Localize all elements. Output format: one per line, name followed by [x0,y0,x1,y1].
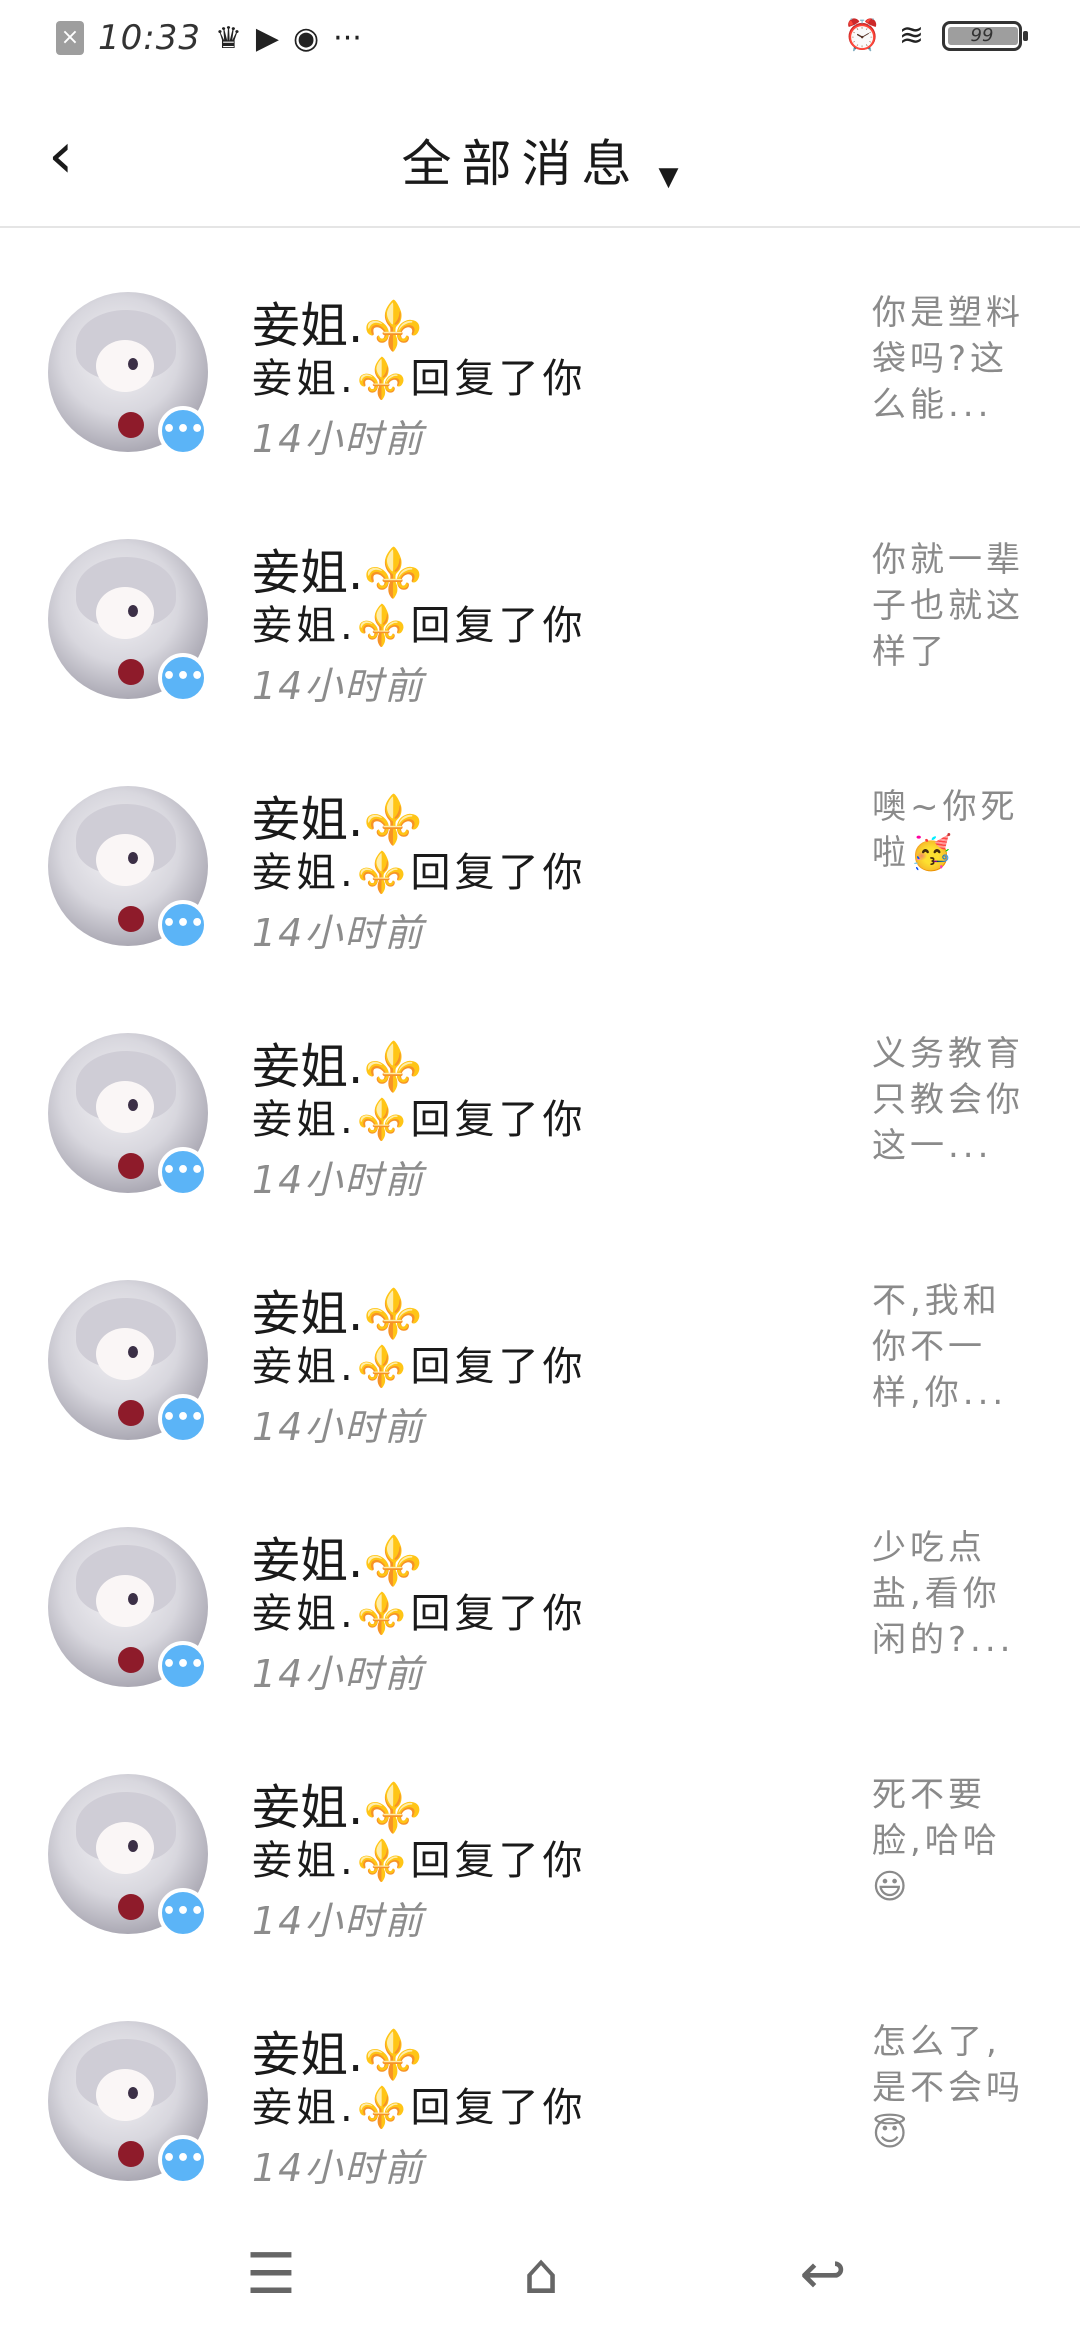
page-title: 全部消息 [401,135,642,193]
back-icon[interactable]: ↩ [778,2230,868,2320]
message-list: ••• 妾姐.⚜️ 妾姐.⚜️回复了你 14小时前 你是塑料袋吗?这么能... … [0,240,1080,2216]
navigation-bar: ☰ ⌂ ↩ [0,2210,1080,2340]
reply-text: 妾姐.⚜️回复了你 [252,1838,587,1884]
message-preview[interactable]: 噢~你死啦🥳 [872,784,1032,876]
message-item[interactable]: ••• 妾姐.⚜️ 妾姐.⚜️回复了你 14小时前 怎么了,是不会吗😇 [0,1969,1080,2216]
reply-text: 妾姐.⚜️回复了你 [252,1344,587,1390]
message-preview[interactable]: 你是塑料袋吗?这么能... [872,290,1032,428]
reply-text: 妾姐.⚜️回复了你 [252,1097,587,1143]
message-preview[interactable]: 怎么了,是不会吗😇 [872,2019,1032,2157]
message-preview[interactable]: 你就一辈子也就这样了 [872,537,1032,675]
message-preview[interactable]: 少吃点盐,看你闲的?... [872,1525,1032,1663]
reply-text: 妾姐.⚜️回复了你 [252,850,587,896]
status-bar: × 10:33 ♛ ▶ ◉ ··· ⏰ ≋ 99 [0,0,1080,84]
compass-icon: ◉ [292,20,320,56]
menu-icon[interactable]: ☰ [226,2230,316,2320]
message-time: 14小时前 [252,2146,425,2190]
comment-badge-icon: ••• [158,900,208,950]
comment-badge-icon: ••• [158,1147,208,1197]
message-time: 14小时前 [252,664,425,708]
message-preview[interactable]: 义务教育只教会你这一... [872,1031,1032,1169]
alarm-icon: ⏰ [843,18,881,53]
message-item[interactable]: ••• 妾姐.⚜️ 妾姐.⚜️回复了你 14小时前 少吃点盐,看你闲的?... [0,1475,1080,1722]
top-bar: ‹ 全部消息 ▼ [0,90,1080,228]
message-item[interactable]: ••• 妾姐.⚜️ 妾姐.⚜️回复了你 14小时前 噢~你死啦🥳 [0,734,1080,981]
message-time: 14小时前 [252,1899,425,1943]
message-time: 14小时前 [252,911,425,955]
comment-badge-icon: ••• [158,2135,208,2185]
message-item[interactable]: ••• 妾姐.⚜️ 妾姐.⚜️回复了你 14小时前 义务教育只教会你这一... [0,981,1080,1228]
reply-text: 妾姐.⚜️回复了你 [252,603,587,649]
home-icon[interactable]: ⌂ [496,2230,586,2320]
reply-text: 妾姐.⚜️回复了你 [252,356,587,402]
reply-text: 妾姐.⚜️回复了你 [252,1591,587,1637]
caret-down-icon[interactable]: ▼ [659,162,679,192]
message-item[interactable]: ••• 妾姐.⚜️ 妾姐.⚜️回复了你 14小时前 死不要脸,哈哈😃 [0,1722,1080,1969]
crown-icon: ♛ [214,20,242,56]
message-preview[interactable]: 不,我和你不一样,你... [872,1278,1032,1416]
comment-badge-icon: ••• [158,653,208,703]
message-time: 14小时前 [252,417,425,461]
title-dropdown[interactable]: 全部消息 ▼ [0,124,1080,196]
battery-level: 99 [970,24,994,46]
message-time: 14小时前 [252,1158,425,1202]
message-time: 14小时前 [252,1652,425,1696]
comment-badge-icon: ••• [158,406,208,456]
comment-badge-icon: ••• [158,1394,208,1444]
message-item[interactable]: ••• 妾姐.⚜️ 妾姐.⚜️回复了你 14小时前 你就一辈子也就这样了 [0,487,1080,734]
status-left: × 10:33 ♛ ▶ ◉ ··· [56,18,362,58]
more-icon: ··· [333,20,362,56]
message-preview[interactable]: 死不要脸,哈哈😃 [872,1772,1032,1910]
reply-text: 妾姐.⚜️回复了你 [252,2085,587,2131]
battery-icon: 99 [942,20,1028,51]
play-icon: ▶ [255,20,279,56]
comment-badge-icon: ••• [158,1641,208,1691]
message-item[interactable]: ••• 妾姐.⚜️ 妾姐.⚜️回复了你 14小时前 不,我和你不一样,你... [0,1228,1080,1475]
status-time: 10:33 [98,18,201,58]
status-right: ⏰ ≋ 99 [843,18,1028,53]
message-item[interactable]: ••• 妾姐.⚜️ 妾姐.⚜️回复了你 14小时前 你是塑料袋吗?这么能... [0,240,1080,487]
message-time: 14小时前 [252,1405,425,1449]
close-icon: × [56,21,84,55]
comment-badge-icon: ••• [158,1888,208,1938]
wifi-icon: ≋ [898,18,924,53]
